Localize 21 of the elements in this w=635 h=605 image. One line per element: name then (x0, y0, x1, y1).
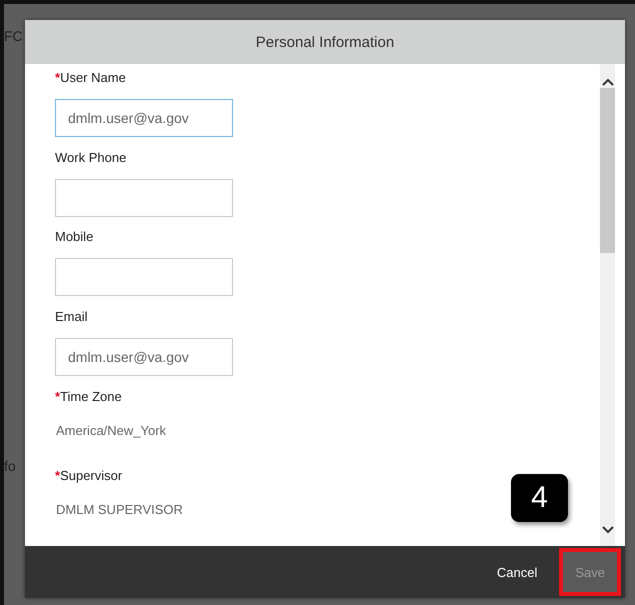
scroll-down-icon[interactable] (602, 526, 614, 534)
field-label: *Supervisor (55, 467, 124, 486)
background-text: FC (4, 28, 23, 44)
field-value: America/New_York (56, 422, 168, 438)
cancel-button[interactable]: Cancel (480, 548, 554, 596)
field-label: Mobile (55, 228, 94, 246)
dialog-title: Personal Information (256, 34, 394, 50)
input-field[interactable] (55, 178, 233, 217)
input-field[interactable]: dmlm.user@va.gov (55, 338, 233, 376)
background-text: fo (4, 458, 16, 474)
step-callout: 4 (511, 474, 568, 522)
field-value: DMLM SUPERVISOR (56, 502, 184, 518)
field-label: *Time Zone (55, 388, 123, 406)
input-field[interactable] (55, 258, 233, 296)
field-label: *User Name (55, 69, 127, 87)
field-label: Work Phone (55, 148, 128, 167)
scroll-up-icon[interactable] (602, 78, 614, 86)
scroll-thumb[interactable] (600, 88, 615, 253)
field-label: Email (55, 308, 89, 326)
input-field[interactable]: dmlm.user@va.gov (55, 99, 233, 137)
scrollbar[interactable] (600, 64, 615, 546)
